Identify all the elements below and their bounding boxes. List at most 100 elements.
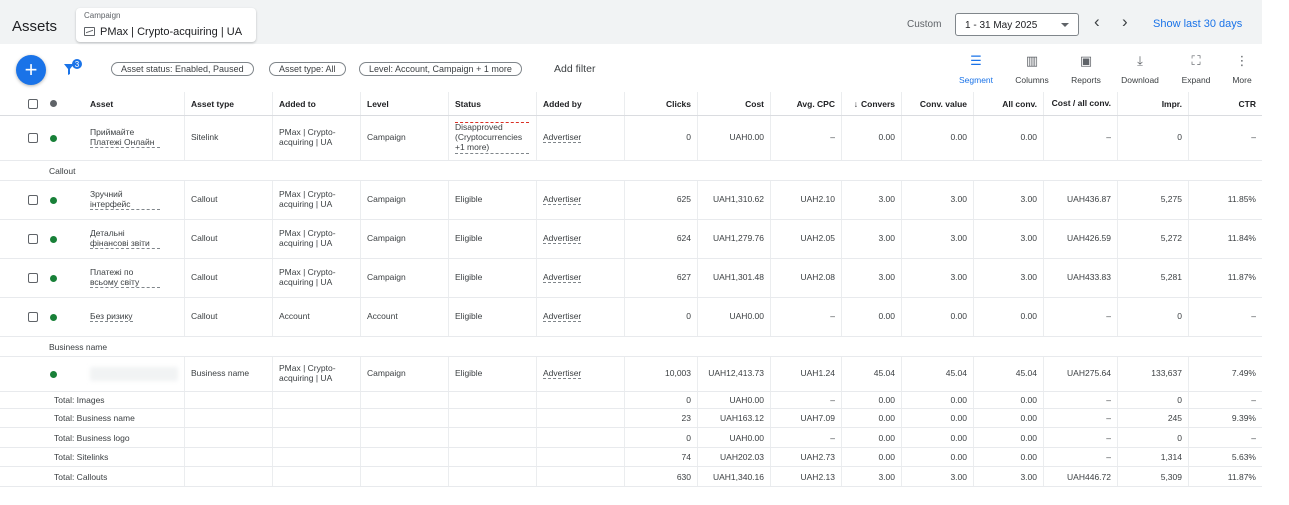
chevron-left-icon[interactable]: ‹ [1094,12,1100,32]
col-impr[interactable]: Impr. [1118,92,1189,115]
asset-text-link[interactable]: Зручний інтерфейс [90,189,160,211]
campaign-name: PMax | Crypto-acquiring | UA [100,26,243,38]
col-cost[interactable]: Cost [698,92,771,115]
cell-value: 0.00 [878,132,895,143]
col-conv-value[interactable]: Conv. value [902,92,974,115]
col-asset-type[interactable]: Asset type [185,92,273,115]
cell-value: 3.00 [1020,233,1037,244]
asset-text-link[interactable]: Приймайте Платежі Онлайн [90,127,160,149]
col-added-to[interactable]: Added to [273,92,361,115]
cell-value: Campaign [367,194,406,205]
empty-cell [537,409,625,427]
select-all-checkbox[interactable] [28,98,38,109]
filter-chip-asset-status[interactable]: Asset status: Enabled, Paused [111,62,254,76]
download-button[interactable]: ⤓ Download [1114,52,1166,85]
empty-cell [185,448,273,466]
filter-chip-asset-type[interactable]: Asset type: All [269,62,346,76]
cell-value: – [1251,132,1256,143]
col-ctr[interactable]: CTR [1189,92,1262,115]
asset-text-link[interactable]: Без ризику [90,311,133,323]
cell-added-to: Account [273,298,361,336]
cell-value: 3.00 [1020,272,1037,283]
col-avg-cpc[interactable]: Avg. CPC [771,92,842,115]
add-filter-button[interactable]: Add filter [554,63,595,75]
more-label: More [1232,75,1252,85]
cell-asset: Без ризику [84,298,185,336]
status-enabled-icon [50,196,57,204]
row-checkbox[interactable] [28,312,38,322]
col-level[interactable]: Level [361,92,449,115]
col-clicks[interactable]: Clicks [625,92,698,115]
row-status-cell [44,298,84,336]
cell-clicks: 627 [625,259,698,297]
filter-chip-level[interactable]: Level: Account, Campaign + 1 more [359,62,522,76]
col-conversions[interactable]: ↓ Convers [842,92,902,115]
added-by-link[interactable]: Advertiser [543,311,582,323]
table-row[interactable]: Без ризику Callout Account Account Eligible A… [0,298,1262,337]
cell-value: 0.00 [1020,311,1037,322]
top-bar: Assets Campaign PMax | Crypto-acquiring … [0,0,1262,44]
cell-value: 625 [676,194,691,205]
show-last-30-days-link[interactable]: Show last 30 days [1153,18,1242,30]
total-row: Total: Sitelinks 74 UAH202.03 UAH2.73 0.00 0.… [0,448,1262,467]
expand-button[interactable]: ⛶ Expand [1170,52,1222,85]
row-checkbox[interactable] [28,133,38,143]
table-row[interactable]: Детальні фінансові звіти Callout PMax | Cr… [0,220,1262,259]
table-row[interactable]: Приймайте Платежі Онлайн Sitelink PMax | C… [0,116,1262,161]
row-checkbox[interactable] [28,234,38,244]
table-row[interactable]: Business name PMax | Crypto-acquiring | U… [0,357,1262,392]
more-button[interactable]: ⋮ More [1216,52,1268,85]
cell-added-to: PMax | Crypto-acquiring | UA [273,259,361,297]
columns-button[interactable]: ▥ Columns [1006,52,1058,85]
cell-added-to: PMax | Crypto-acquiring | UA [273,181,361,219]
col-all-conv[interactable]: All conv. [974,92,1044,115]
added-by-link[interactable]: Advertiser [543,233,582,245]
row-checkbox[interactable] [28,195,38,205]
filter-icon[interactable]: 3 [62,58,82,78]
cell-conv-value: 3.00 [902,259,974,297]
reports-button[interactable]: ▣ Reports [1060,52,1112,85]
cell-status: Eligible [449,220,537,258]
col-cost-all-conv[interactable]: Cost / all conv. [1044,92,1118,115]
cell-all-conv: 0.00 [974,298,1044,336]
col-status[interactable]: Status [449,92,537,115]
empty-cell [273,392,361,408]
col-added-by[interactable]: Added by [537,92,625,115]
chevron-right-icon[interactable]: › [1122,12,1128,32]
cell-added-by: Advertiser [537,357,625,391]
added-by-link[interactable]: Advertiser [543,368,582,380]
cell-cost: UAH163.12 [698,409,771,427]
cell-value: 3.00 [950,233,967,244]
date-range-select[interactable]: 1 - 31 May 2025 [955,13,1079,36]
added-by-link[interactable]: Advertiser [543,194,582,206]
total-label: Total: Business name [44,409,185,427]
added-by-link[interactable]: Advertiser [543,132,582,144]
cell-value: Callout [191,311,218,322]
cell-value: 0.00 [878,311,895,322]
campaign-selector[interactable]: Campaign PMax | Crypto-acquiring | UA [76,8,256,42]
cell-cost: UAH202.03 [698,448,771,466]
status-disapproved[interactable]: Disapproved (Cryptocurrencies +1 more) [455,122,529,154]
cell-value: PMax | Crypto-acquiring | UA [279,189,336,209]
added-by-link[interactable]: Advertiser [543,272,582,284]
cell-clicks: 625 [625,181,698,219]
add-asset-button[interactable]: + [16,55,46,85]
segment-button[interactable]: ☰ Segment [950,52,1002,85]
asset-text-link[interactable]: Детальні фінансові звіти [90,228,160,250]
cell-value: Eligible [455,194,483,205]
table-row[interactable]: Платежі по всьому світу Callout PMax | Cry… [0,259,1262,298]
cell-ctr: 7.49% [1189,357,1262,391]
cell-value: 45.04 [1015,368,1037,379]
cell-value: Campaign [367,233,406,244]
cell-ctr: – [1189,298,1262,336]
asset-text-link[interactable]: Платежі по всьому світу [90,267,160,289]
cell-value: Eligible [455,368,483,379]
table-row[interactable]: Зручний інтерфейс Callout PMax | Crypto-ac… [0,181,1262,220]
cell-avg-cpc: UAH2.10 [771,181,842,219]
empty-cell [185,467,273,486]
status-enabled-icon [50,274,57,282]
row-status-cell [44,220,84,258]
cell-value: Callout [191,272,218,283]
row-checkbox[interactable] [28,273,38,283]
col-asset[interactable]: Asset [84,92,185,115]
